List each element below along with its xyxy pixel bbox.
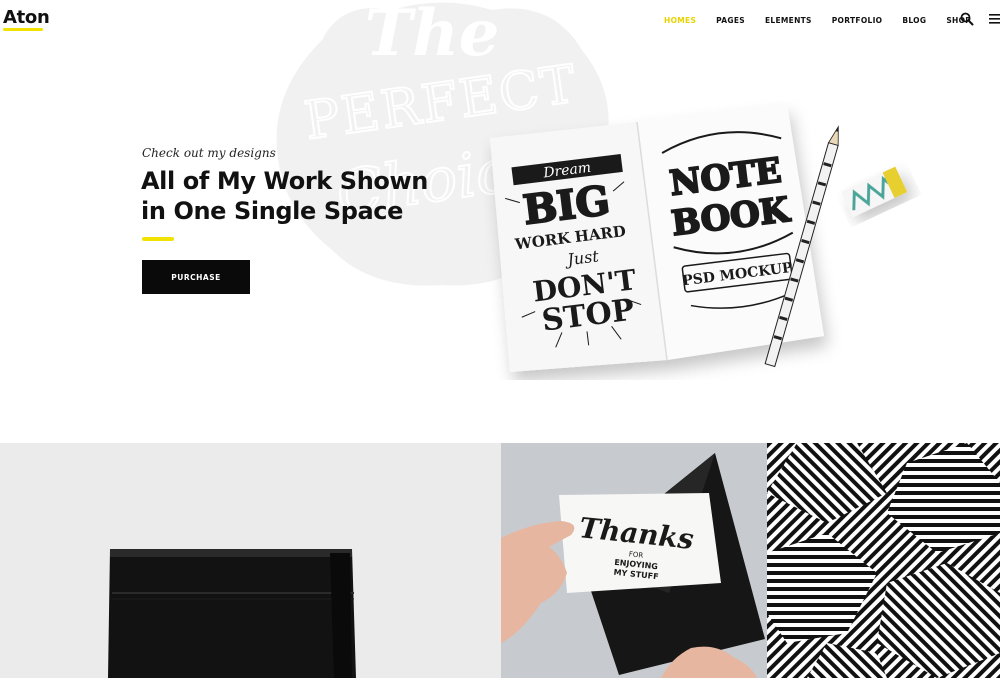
- menu-icon[interactable]: [989, 12, 1000, 31]
- card-text-for: FOR: [628, 550, 643, 559]
- portfolio-tile-geometric-pattern[interactable]: [767, 443, 1000, 678]
- nav-item-homes[interactable]: HOMES: [664, 16, 696, 25]
- site-logo[interactable]: Aton: [3, 7, 50, 28]
- hero-title: All of My Work Shown in One Single Space: [141, 166, 471, 226]
- portfolio-tile-thanks-card[interactable]: Thanks FOR ENJOYING MY STUFF: [501, 443, 767, 678]
- hero-title-line2: in One Single Space: [141, 197, 403, 225]
- thanks-card-image: Thanks FOR ENJOYING MY STUFF: [501, 453, 765, 678]
- logo-underline: [3, 28, 43, 31]
- watermark-line1: The: [365, 0, 500, 71]
- portfolio-tile-coffee-bag[interactable]: [0, 443, 501, 678]
- hero-accent-bar: [142, 237, 174, 241]
- search-icon[interactable]: [960, 12, 974, 31]
- notebook-mockup-image: Dream BIG WORK HARD Just DON'T STOP NOTE…: [490, 104, 908, 372]
- hero-title-line1: All of My Work Shown: [141, 167, 428, 195]
- purchase-button[interactable]: PURCHASE: [142, 260, 250, 294]
- geometric-pattern-image: [767, 443, 1000, 678]
- coffee-bag-image: [108, 549, 356, 678]
- nav-item-blog[interactable]: BLOG: [902, 16, 926, 25]
- hero-subtitle: Check out my designs: [142, 146, 276, 160]
- nav-item-elements[interactable]: ELEMENTS: [765, 16, 812, 25]
- nav-item-pages[interactable]: PAGES: [716, 16, 745, 25]
- nav-item-portfolio[interactable]: PORTFOLIO: [832, 16, 883, 25]
- main-nav: HOMES PAGES ELEMENTS PORTFOLIO BLOG SHOP: [664, 16, 991, 25]
